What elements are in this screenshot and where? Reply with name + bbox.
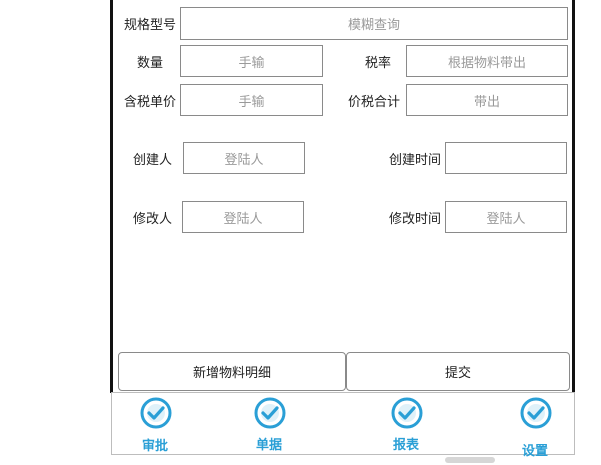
tab-reports[interactable]: 报表 [371,393,441,456]
create-time-field[interactable] [445,142,567,174]
scrollbar-handle[interactable] [445,457,495,463]
check-circle-icon [520,397,552,429]
creator-label: 创建人 [133,153,173,168]
qty-label: 数量 [137,56,164,71]
add-material-detail-button[interactable]: 新增物料明细 [118,352,346,391]
tab-reports-label: 报表 [392,438,419,453]
modify-time-field[interactable]: 登陆人 [445,201,567,233]
tab-settings[interactable]: 设置 [500,393,570,459]
modifier-label: 修改人 [133,212,173,227]
check-circle-icon [391,397,423,429]
check-circle-icon [254,397,286,429]
qty-input[interactable]: 手输 [180,45,323,77]
tab-documents[interactable]: 单据 [234,393,304,456]
form-screen: 规格型号 模糊查询 数量 手输 税率 根据物料带出 含税单价 手输 价税合计 带… [110,0,575,393]
create-time-label: 创建时间 [389,153,442,168]
modifier-field[interactable]: 登陆人 [182,201,304,233]
tab-settings-label: 设置 [521,444,548,459]
tax-rate-label: 税率 [365,56,392,71]
bottom-tab-bar: 审批 单据 报表 设置 [111,392,575,459]
total-label: 价税合计 [348,95,401,110]
modify-time-label: 修改时间 [389,212,442,227]
spec-label: 规格型号 [124,18,177,33]
unit-price-input[interactable]: 手输 [180,84,323,116]
total-field[interactable]: 带出 [406,84,568,116]
check-circle-icon [140,397,172,429]
submit-button[interactable]: 提交 [346,352,570,391]
tab-approval-label: 审批 [141,439,168,454]
unit-price-label: 含税单价 [124,95,177,110]
tab-documents-label: 单据 [255,438,282,453]
tax-rate-field[interactable]: 根据物料带出 [406,45,568,77]
spec-search-input[interactable]: 模糊查询 [180,7,568,40]
creator-field[interactable]: 登陆人 [183,142,305,174]
tab-approval[interactable]: 审批 [120,393,190,456]
